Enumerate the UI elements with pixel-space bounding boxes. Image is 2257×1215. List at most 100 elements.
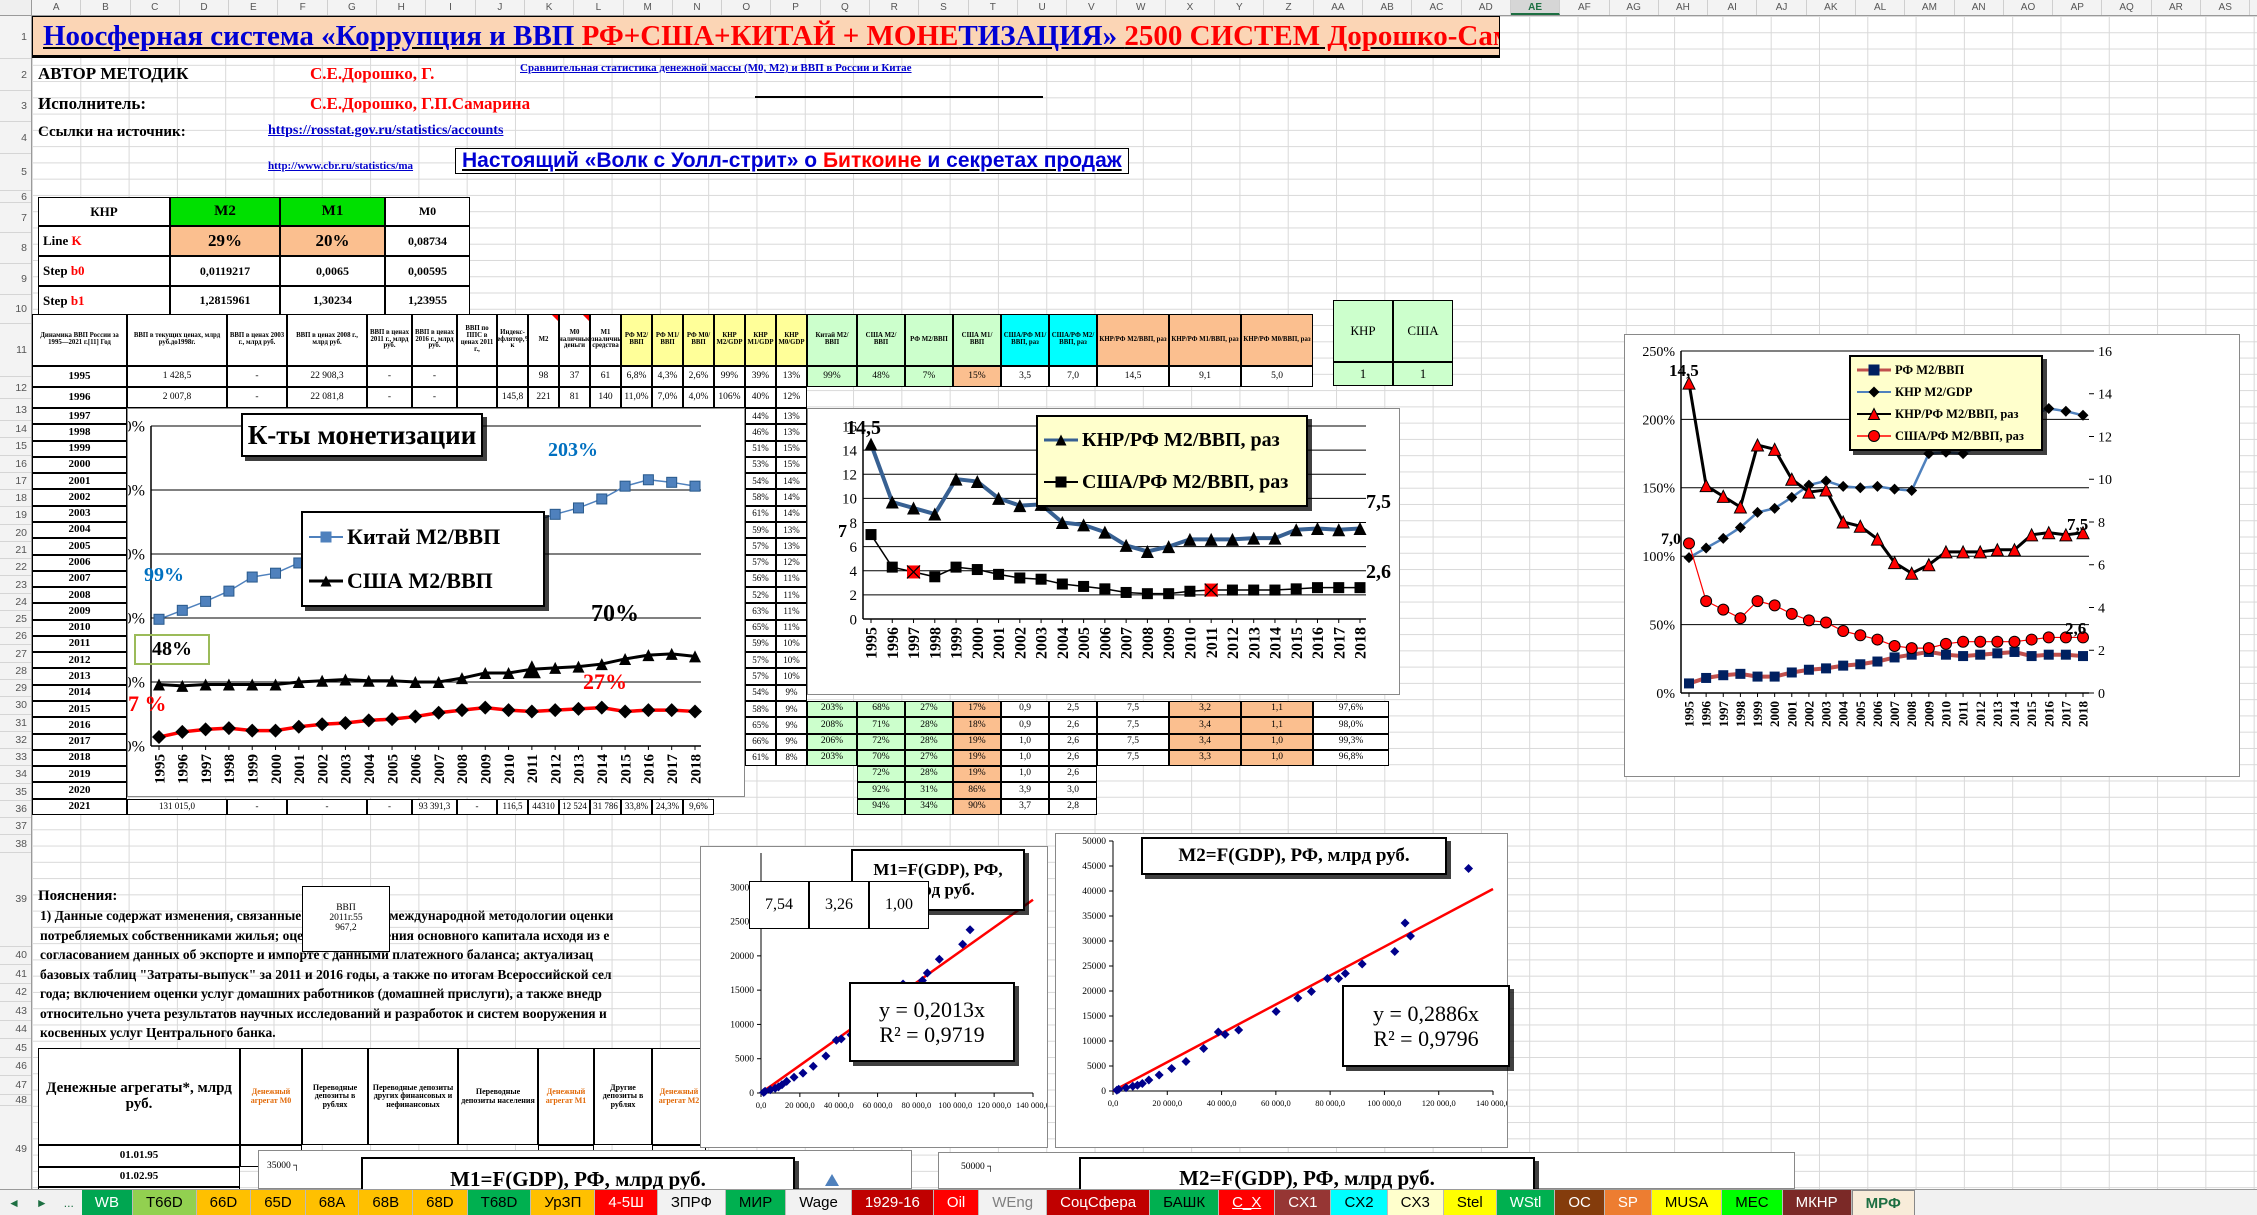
cell-1995[interactable]: 22 908,3 xyxy=(287,366,367,387)
cell-tail[interactable]: 99,3% xyxy=(1313,734,1389,750)
rosstat-link[interactable]: https://rosstat.gov.ru/statistics/accoun… xyxy=(268,123,503,139)
sheet-tab-МРФ[interactable]: МРФ xyxy=(1852,1190,1915,1215)
row-header-31[interactable]: 31 xyxy=(0,715,31,732)
pair-header-КНР[interactable]: КНР xyxy=(1333,300,1393,362)
cell-tail[interactable]: 7,5 xyxy=(1097,734,1169,750)
knr-value[interactable]: 0,0119217 xyxy=(170,256,280,286)
cell-2021[interactable]: - xyxy=(227,799,287,815)
main-header-14[interactable]: КНР М2/GDP xyxy=(714,314,745,366)
ratio-cell[interactable]: 7,54 xyxy=(749,881,809,929)
cell-2021[interactable]: - xyxy=(367,799,412,815)
cell-1996[interactable]: - xyxy=(367,387,412,408)
column-header-B[interactable]: B xyxy=(81,0,130,15)
column-header-T[interactable]: T xyxy=(969,0,1018,15)
cell-1995[interactable]: 39% xyxy=(745,366,776,387)
cell-knr-m0[interactable]: 11% xyxy=(776,603,807,619)
row-header-33[interactable]: 33 xyxy=(0,749,31,766)
cell-year[interactable]: 2009 xyxy=(32,603,127,619)
main-header-18[interactable]: США М2/ВВП xyxy=(857,314,905,366)
column-header-AI[interactable]: AI xyxy=(1708,0,1757,15)
row-header-3[interactable]: 3 xyxy=(0,91,31,122)
cell-year[interactable]: 2015 xyxy=(32,701,127,717)
cell-knr-m0[interactable]: 13% xyxy=(776,424,807,440)
knr-row-label[interactable]: Line K xyxy=(38,226,170,256)
sheet-tab-MEC[interactable]: MEC xyxy=(1722,1190,1782,1215)
cell-tail[interactable]: 3,7 xyxy=(1001,799,1049,815)
cell-1996[interactable] xyxy=(457,387,497,408)
cell-tail[interactable]: 1,1 xyxy=(1241,717,1313,733)
row-header-37[interactable]: 37 xyxy=(0,818,31,835)
sheet-tab-68A[interactable]: 68A xyxy=(306,1190,360,1215)
main-header-25[interactable]: КНР/РФ М0/ВВП, раз xyxy=(1241,314,1313,366)
row-header-20[interactable]: 20 xyxy=(0,525,31,542)
cell-knr-m0[interactable]: 11% xyxy=(776,571,807,587)
column-header-AA[interactable]: AA xyxy=(1314,0,1363,15)
sheet-tab-Wage[interactable]: Wage xyxy=(786,1190,852,1215)
column-header-D[interactable]: D xyxy=(180,0,229,15)
sheet-tab-Stel[interactable]: Stel xyxy=(1444,1190,1497,1215)
cell-year[interactable]: 2016 xyxy=(32,717,127,733)
sheet-tab-4-5Ш[interactable]: 4-5Ш xyxy=(595,1190,657,1215)
cell-1996[interactable]: 140 xyxy=(590,387,621,408)
row-header-34[interactable]: 34 xyxy=(0,766,31,783)
cell-tail[interactable]: 97,6% xyxy=(1313,701,1389,717)
cbr-link[interactable]: http://www.cbr.ru/statistics/ma xyxy=(268,160,413,172)
cell-1995[interactable]: 2,6% xyxy=(683,366,714,387)
main-header-4[interactable]: ВВП в ценах 2011 г., млрд руб. xyxy=(367,314,412,366)
row-header-21[interactable]: 21 xyxy=(0,542,31,559)
column-header-AR[interactable]: AR xyxy=(2152,0,2201,15)
knr-row-label[interactable]: Step b1 xyxy=(38,286,170,315)
main-header-15[interactable]: КНР М1/GDP xyxy=(745,314,776,366)
column-header-AS[interactable]: AS xyxy=(2201,0,2250,15)
cell-1996[interactable]: 81 xyxy=(559,387,590,408)
cell-1995[interactable]: 7% xyxy=(905,366,953,387)
main-header-8[interactable]: М2 xyxy=(528,314,559,366)
main-header-9[interactable]: М0 наличные деньги xyxy=(559,314,590,366)
knr-col-М2[interactable]: М2 xyxy=(170,197,280,226)
row-header-19[interactable]: 19 xyxy=(0,507,31,524)
column-header-AN[interactable]: AN xyxy=(1955,0,2004,15)
row-header-40[interactable]: 40 xyxy=(0,947,31,966)
column-header-N[interactable]: N xyxy=(673,0,722,15)
money-col-header[interactable]: Переводные депозиты в рублях xyxy=(302,1048,368,1145)
cell-1995[interactable]: 48% xyxy=(857,366,905,387)
cell-1995[interactable]: 37 xyxy=(559,366,590,387)
main-header-19[interactable]: РФ М2/ВВП xyxy=(905,314,953,366)
cell-1995[interactable]: 6,8% xyxy=(621,366,652,387)
column-header-AH[interactable]: AH xyxy=(1659,0,1708,15)
main-header-21[interactable]: США/РФ М1/ВВП, раз xyxy=(1001,314,1049,366)
select-all-corner[interactable] xyxy=(0,0,32,16)
money-col-header[interactable]: Денежный агрегат М2 xyxy=(652,1048,706,1145)
cell-knr-m0[interactable]: 9% xyxy=(776,701,807,717)
cell-knr-m1[interactable]: 46% xyxy=(745,424,776,440)
tabs-scroll-right[interactable]: ► xyxy=(28,1190,56,1215)
main-header-13[interactable]: РФ М0/ВВП xyxy=(683,314,714,366)
cell-tail[interactable]: 1,0 xyxy=(1001,750,1049,766)
column-header-E[interactable]: E xyxy=(229,0,278,15)
row-header-23[interactable]: 23 xyxy=(0,576,31,593)
cell-knr-m1[interactable]: 54% xyxy=(745,473,776,489)
cell-tail[interactable]: 68% xyxy=(857,701,905,717)
cell-year[interactable]: 2017 xyxy=(32,734,127,750)
row-header-41[interactable]: 41 xyxy=(0,965,31,984)
cell-1996[interactable]: 145,8 xyxy=(497,387,528,408)
knr-table-corner[interactable]: КНР xyxy=(38,197,170,226)
knr-col-М0[interactable]: М0 xyxy=(385,197,470,226)
cell-1996[interactable]: 22 081,8 xyxy=(287,387,367,408)
cell-knr-m0[interactable]: 10% xyxy=(776,636,807,652)
chart-m2-gdp[interactable]: 0500010000150002000025000300003500040000… xyxy=(1055,833,1508,1148)
cell-year[interactable]: 2000 xyxy=(32,457,127,473)
row-header-42[interactable]: 42 xyxy=(0,984,31,1003)
cell-1995[interactable] xyxy=(497,366,528,387)
cell-1996[interactable]: 12% xyxy=(776,387,807,408)
cell-knr-m0[interactable]: 14% xyxy=(776,473,807,489)
sheet-tab-T66D[interactable]: T66D xyxy=(133,1190,197,1215)
cell-knr-m1[interactable]: 57% xyxy=(745,555,776,571)
tabs-more[interactable]: ... xyxy=(56,1190,82,1215)
column-header-Q[interactable]: Q xyxy=(821,0,870,15)
row-header-2[interactable]: 2 xyxy=(0,59,31,91)
cell-knr-m0[interactable]: 11% xyxy=(776,587,807,603)
main-header-16[interactable]: КНР М0/GDP xyxy=(776,314,807,366)
row-header-15[interactable]: 15 xyxy=(0,438,31,455)
row-header-29[interactable]: 29 xyxy=(0,680,31,697)
